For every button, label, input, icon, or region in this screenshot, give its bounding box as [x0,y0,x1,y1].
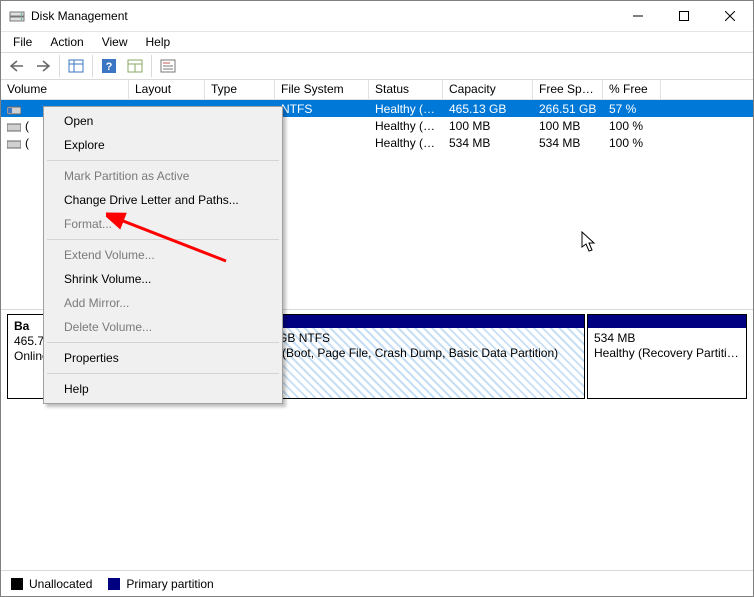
cm-properties[interactable]: Properties [46,346,280,370]
volume-icon [7,121,21,131]
cm-change-letter[interactable]: Change Drive Letter and Paths... [46,188,280,212]
toolbar-separator [151,55,152,77]
cm-extend: Extend Volume... [46,243,280,267]
legend-unallocated: Unallocated [11,577,92,591]
partition-status: Healthy (Boot, Page File, Crash Dump, Ba… [238,346,578,361]
cell-status: Healthy (B... [369,102,443,116]
menu-file[interactable]: File [5,34,40,50]
menu-help[interactable]: Help [138,34,179,50]
cm-mark-active: Mark Partition as Active [46,164,280,188]
col-pctfree[interactable]: % Free [603,80,661,100]
cm-separator [47,342,279,343]
col-filesystem[interactable]: File System [275,80,369,100]
svg-text:?: ? [106,61,113,73]
minimize-button[interactable] [615,1,661,31]
cm-explore[interactable]: Explore [46,133,280,157]
cell-fs: NTFS [275,102,369,116]
col-volume[interactable]: Volume [1,80,129,100]
toolbar: ? [1,52,753,80]
volume-icon [7,138,21,148]
forward-button[interactable] [31,54,55,78]
window-controls [615,1,753,31]
menu-action[interactable]: Action [42,34,91,50]
settings-icon[interactable] [123,54,147,78]
toolbar-separator [59,55,60,77]
close-button[interactable] [707,1,753,31]
cm-help[interactable]: Help [46,377,280,401]
col-free[interactable]: Free Spa... [533,80,603,100]
properties-icon[interactable] [156,54,180,78]
cm-separator [47,239,279,240]
swatch-primary [108,578,120,590]
swatch-unallocated [11,578,23,590]
cell-pctfree: 57 % [603,102,661,116]
partition-color-bar [232,315,584,328]
cell-capacity: 465.13 GB [443,102,533,116]
view-list-icon[interactable] [64,54,88,78]
help-icon[interactable]: ? [97,54,121,78]
toolbar-separator [92,55,93,77]
partition-main[interactable]: 465.13 GB NTFS Healthy (Boot, Page File,… [231,314,585,399]
partition-status: Healthy (Recovery Partition) [594,346,740,361]
partition-size: 465.13 GB NTFS [238,331,578,346]
window-title: Disk Management [31,9,615,23]
partition-color-bar [588,315,746,328]
partition-recovery[interactable]: 534 MB Healthy (Recovery Partition) [587,314,747,399]
cm-delete: Delete Volume... [46,315,280,339]
volume-icon [7,104,21,114]
cm-separator [47,373,279,374]
partition-size: 534 MB [594,331,740,346]
cm-format: Format... [46,212,280,236]
back-button[interactable] [5,54,29,78]
disk-management-window: Disk Management File Action View Help [0,0,754,597]
col-spacer [661,80,753,100]
menu-view[interactable]: View [94,34,136,50]
column-headers: Volume Layout Type File System Status Ca… [1,80,753,100]
menubar: File Action View Help [1,32,753,52]
titlebar: Disk Management [1,1,753,32]
col-type[interactable]: Type [205,80,275,100]
col-capacity[interactable]: Capacity [443,80,533,100]
legend: Unallocated Primary partition [1,570,753,596]
cm-separator [47,160,279,161]
maximize-button[interactable] [661,1,707,31]
app-icon [9,8,25,24]
cell-free: 266.51 GB [533,102,603,116]
cm-shrink[interactable]: Shrink Volume... [46,267,280,291]
cm-open[interactable]: Open [46,109,280,133]
col-layout[interactable]: Layout [129,80,205,100]
cm-add-mirror: Add Mirror... [46,291,280,315]
legend-primary: Primary partition [108,577,213,591]
col-status[interactable]: Status [369,80,443,100]
context-menu: Open Explore Mark Partition as Active Ch… [43,106,283,404]
